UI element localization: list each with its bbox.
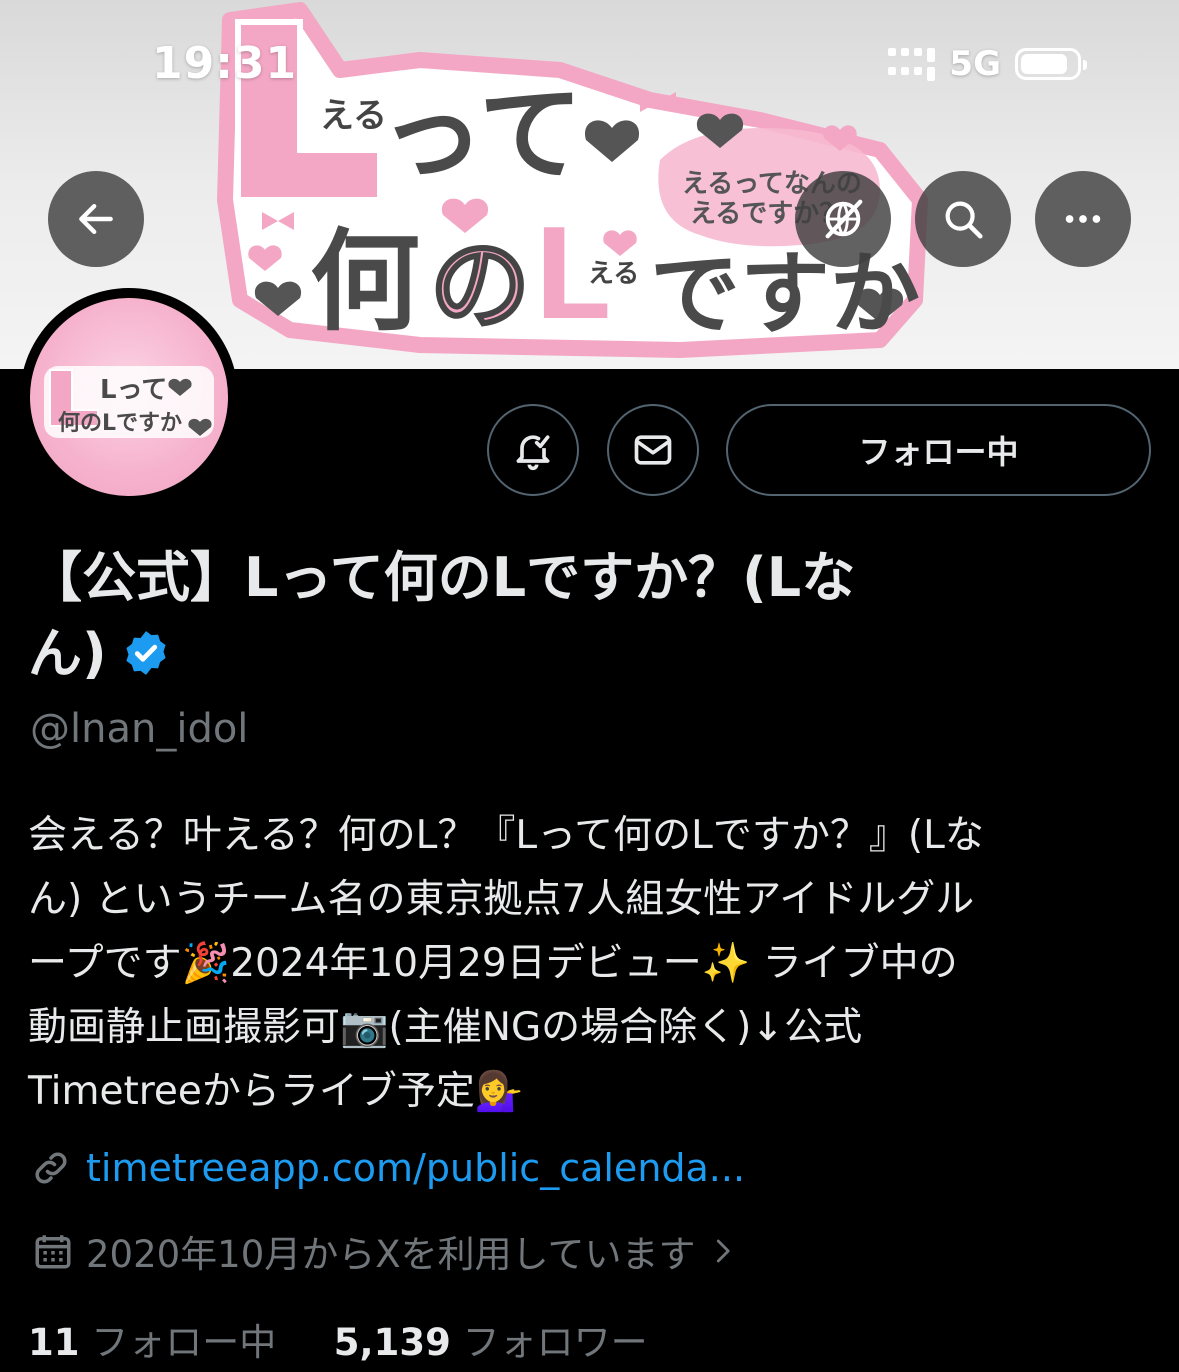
network-type: 5G	[949, 44, 1001, 84]
following-count: 11	[28, 1321, 80, 1364]
followers-stat[interactable]: 5,139 フォロワー	[334, 1321, 648, 1364]
search-button[interactable]	[915, 171, 1011, 267]
notification-bell-button[interactable]	[487, 404, 579, 496]
bio-line: ん) というチーム名の東京拠点7人組女性アイドルグル	[28, 877, 975, 922]
signal-icon	[888, 47, 936, 81]
following-label: フォロー中	[91, 1321, 277, 1364]
svg-text:って: って	[380, 73, 583, 195]
bell-check-icon	[516, 435, 550, 471]
message-button[interactable]	[607, 404, 699, 496]
profile-name-line1: 【公式】Lって何のLですか？(Lな	[28, 546, 856, 609]
svg-text:ですか: ですか	[650, 242, 920, 347]
profile-name-line2: ん)	[28, 622, 107, 685]
svg-text:Lって: Lって	[100, 375, 167, 405]
svg-text:える: える	[320, 96, 387, 136]
profile-avatar[interactable]: Lって 何のLですか	[20, 288, 238, 506]
bio-line: 動画静止画撮影可📷(主催NGの場合除く)↓公式	[28, 1005, 863, 1050]
verified-badge-icon[interactable]	[121, 628, 171, 678]
more-button[interactable]	[1035, 171, 1131, 267]
following-stat[interactable]: 11 フォロー中	[28, 1321, 288, 1364]
followers-label: フォロワー	[462, 1321, 648, 1364]
arrow-left-icon	[79, 203, 113, 235]
bio-line: Timetreeからライブ予定💁‍♀️	[28, 1069, 524, 1114]
more-horizontal-icon	[1065, 215, 1101, 223]
avatar-image: Lって 何のLですか	[30, 298, 228, 496]
profile-link-row: timetreeapp.com/public_calenda...	[30, 1146, 745, 1190]
svg-text:何: 何	[310, 218, 420, 346]
joined-date-row[interactable]: 2020年10月からXを利用しています	[32, 1224, 737, 1278]
joined-date-text: 2020年10月からXを利用しています	[86, 1233, 696, 1276]
avatar-logo-art: Lって 何のLですか	[44, 366, 214, 438]
calendar-icon	[35, 1235, 71, 1269]
bio-line: 会える？叶える？何のL？『Lって何のLですか？』(Lな	[28, 813, 984, 858]
search-icon	[945, 201, 983, 239]
svg-text:何のLですか: 何のLですか	[58, 410, 182, 436]
battery-icon	[1015, 48, 1087, 80]
profile-website-link[interactable]: timetreeapp.com/public_calenda...	[86, 1146, 745, 1190]
status-time: 19:31	[152, 38, 298, 89]
follow-stats: 11 フォロー中 5,139 フォロワー	[28, 1312, 648, 1366]
profile-name: 【公式】Lって何のLですか？(Lな ん)	[28, 540, 1028, 692]
back-button[interactable]	[48, 171, 144, 267]
globe-off-icon	[825, 199, 863, 239]
link-icon	[35, 1152, 67, 1184]
profile-bio: 会える？叶える？何のL？『Lって何のLですか？』(Lな ん) というチーム名の東…	[28, 804, 1148, 1124]
followers-count: 5,139	[333, 1321, 451, 1364]
status-indicators: 5G	[888, 44, 1087, 84]
envelope-icon	[634, 435, 672, 465]
profile-handle: @lnan_idol	[30, 706, 249, 752]
svg-text:の: の	[430, 227, 530, 344]
translate-button[interactable]	[795, 171, 891, 267]
following-button[interactable]: フォロー中	[726, 404, 1151, 496]
bio-line: ープです🎉2024年10月29日デビュー✨ ライブ中の	[28, 941, 958, 986]
chevron-right-icon	[717, 1239, 731, 1263]
svg-text:える: える	[588, 259, 639, 289]
